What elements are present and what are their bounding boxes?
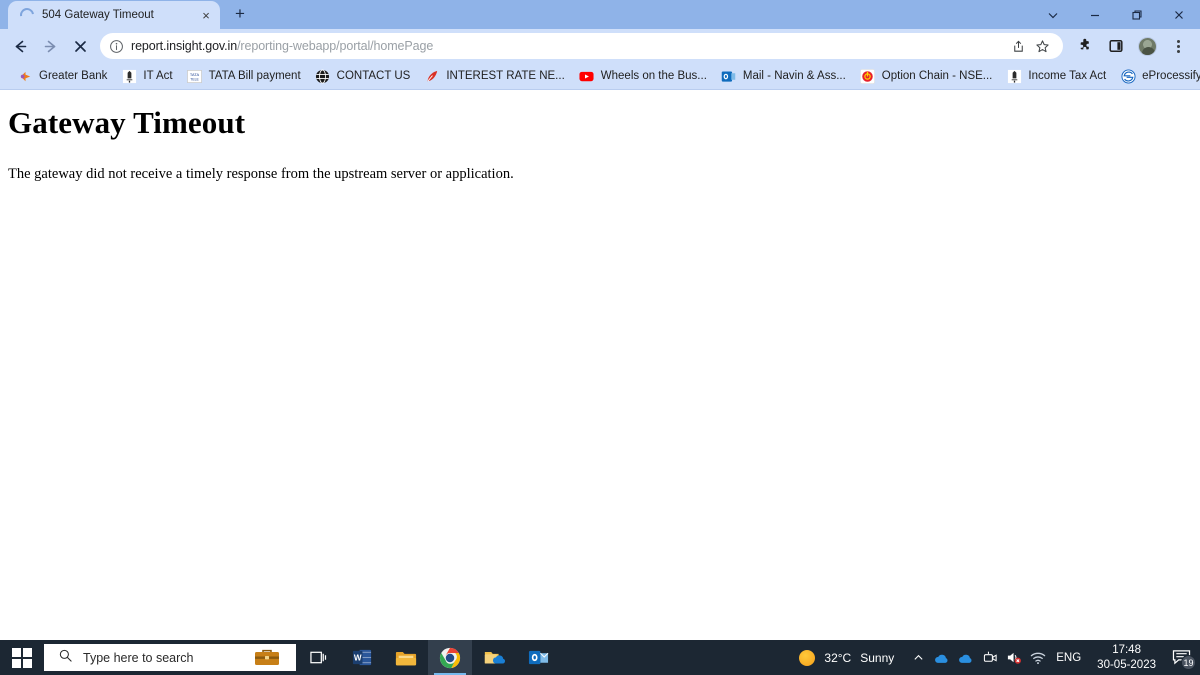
tab-title: 504 Gateway Timeout bbox=[42, 9, 154, 21]
new-tab-button[interactable]: + bbox=[226, 0, 254, 28]
bookmark-label: Wheels on the Bus... bbox=[600, 70, 707, 82]
taskbar-app-onedrive-folder[interactable] bbox=[472, 640, 516, 675]
three-dot-menu-icon[interactable] bbox=[1164, 32, 1192, 60]
back-arrow-icon[interactable] bbox=[6, 32, 34, 60]
search-placeholder: Type here to search bbox=[83, 650, 194, 665]
bookmark-income-tax-act[interactable]: Income Tax Act bbox=[999, 66, 1113, 86]
page-message: The gateway did not receive a timely res… bbox=[8, 165, 514, 182]
bookmark-label: IT Act bbox=[143, 70, 173, 82]
bookmark-label: Income Tax Act bbox=[1028, 70, 1107, 82]
tab-close-icon[interactable]: × bbox=[198, 7, 214, 23]
bookmark-label: Mail - Navin & Ass... bbox=[742, 70, 846, 82]
notification-count-badge: 19 bbox=[1181, 655, 1196, 670]
clock-time: 17:48 bbox=[1112, 644, 1141, 657]
side-panel-icon[interactable] bbox=[1102, 32, 1130, 60]
bookmark-mail-navin[interactable]: Mail - Navin & Ass... bbox=[714, 66, 853, 86]
star-icon[interactable] bbox=[1031, 35, 1053, 57]
clock-date: 30-05-2023 bbox=[1097, 658, 1156, 671]
weather-temperature: 32°C bbox=[824, 650, 852, 665]
restore-icon[interactable] bbox=[1116, 0, 1158, 29]
windows-start-icon bbox=[12, 647, 32, 668]
taskbar-app-chrome[interactable] bbox=[428, 640, 472, 675]
action-center-icon[interactable]: 19 bbox=[1164, 640, 1198, 675]
greater-bank-favicon bbox=[17, 68, 33, 84]
onedrive-cloud-icon[interactable] bbox=[954, 640, 978, 675]
india-emblem-favicon bbox=[1006, 68, 1022, 84]
bookmark-label: CONTACT US bbox=[336, 70, 411, 82]
bookmark-interest-rate-news[interactable]: INTEREST RATE NE... bbox=[417, 66, 571, 86]
camera-icon[interactable] bbox=[978, 640, 1002, 675]
outlook-favicon bbox=[721, 68, 737, 84]
start-button[interactable] bbox=[0, 640, 44, 675]
taskbar-app-outlook[interactable] bbox=[516, 640, 560, 675]
red-feather-favicon bbox=[424, 68, 440, 84]
taskbar-search-input[interactable]: Type here to search bbox=[44, 644, 296, 671]
bookmark-label: Option Chain - NSE... bbox=[881, 70, 993, 82]
bookmark-option-chain-nse[interactable]: Option Chain - NSE... bbox=[853, 66, 1000, 86]
page-content: Gateway Timeout The gateway did not rece… bbox=[0, 91, 1200, 640]
bookmark-label: INTEREST RATE NE... bbox=[446, 70, 565, 82]
taskbar-app-file-explorer[interactable] bbox=[384, 640, 428, 675]
taskbar-clock[interactable]: 17:48 30-05-2023 bbox=[1089, 643, 1164, 672]
system-tray: 32°C Sunny ENG 17:48 30-05-2023 19 bbox=[793, 640, 1200, 675]
bookmark-it-act[interactable]: IT Act bbox=[114, 66, 179, 86]
speaker-muted-icon[interactable] bbox=[1002, 640, 1026, 675]
toolbar-right-actions bbox=[1071, 32, 1192, 60]
close-icon[interactable] bbox=[1158, 0, 1200, 29]
chrome-browser-window: 504 Gateway Timeout × + report.insight.g… bbox=[0, 0, 1200, 640]
tab-loading-spinner-icon bbox=[17, 5, 37, 25]
bookmark-greater-bank[interactable]: Greater Bank bbox=[10, 66, 114, 86]
tab-strip: 504 Gateway Timeout × + bbox=[0, 0, 1200, 29]
url-path: /reporting-webapp/portal/homePage bbox=[237, 39, 434, 53]
globe-favicon bbox=[315, 68, 331, 84]
bookmarks-bar: Greater Bank IT Act TATA TELE TATA Bill … bbox=[0, 63, 1200, 90]
eprocessify-favicon bbox=[1120, 68, 1136, 84]
search-icon bbox=[58, 648, 73, 668]
chevron-up-icon[interactable] bbox=[906, 640, 930, 675]
svg-text:W: W bbox=[353, 653, 361, 662]
stop-loading-button[interactable] bbox=[66, 32, 94, 60]
bookmark-label: eProcessify bbox=[1142, 70, 1200, 82]
svg-text:TATA: TATA bbox=[190, 71, 200, 76]
share-icon[interactable] bbox=[1007, 35, 1029, 57]
bookmark-contact-us[interactable]: CONTACT US bbox=[308, 66, 418, 86]
url-host: report.insight.gov.in bbox=[131, 39, 238, 53]
bookmark-label: TATA Bill payment bbox=[208, 70, 301, 82]
language-indicator[interactable]: ENG bbox=[1050, 652, 1089, 664]
taskbar-weather-widget[interactable]: 32°C Sunny bbox=[793, 649, 906, 666]
profile-avatar-icon[interactable] bbox=[1133, 32, 1161, 60]
weather-condition: Sunny bbox=[860, 650, 895, 665]
minimize-icon[interactable] bbox=[1074, 0, 1116, 29]
address-bar[interactable]: report.insight.gov.in/reporting-webapp/p… bbox=[100, 33, 1063, 59]
india-emblem-favicon bbox=[121, 68, 137, 84]
bookmark-wheels-on-the-bus[interactable]: Wheels on the Bus... bbox=[572, 66, 714, 86]
omnibox-actions bbox=[1007, 35, 1053, 57]
briefcase-icon[interactable] bbox=[252, 648, 282, 667]
youtube-favicon bbox=[579, 68, 595, 84]
task-view-icon[interactable] bbox=[296, 640, 340, 675]
browser-toolbar: report.insight.gov.in/reporting-webapp/p… bbox=[0, 29, 1200, 63]
bookmark-tata-bill-payment[interactable]: TATA TELE TATA Bill payment bbox=[180, 66, 308, 86]
screen: 504 Gateway Timeout × + report.insight.g… bbox=[0, 0, 1200, 675]
tata-tele-favicon: TATA TELE bbox=[187, 68, 203, 84]
forward-arrow-icon[interactable] bbox=[36, 32, 64, 60]
url-text: report.insight.gov.in/reporting-webapp/p… bbox=[131, 39, 1000, 53]
windows-taskbar: Type here to search W 32°C Sunny ENG 17:… bbox=[0, 640, 1200, 675]
puzzle-piece-icon[interactable] bbox=[1071, 32, 1099, 60]
svg-text:TELE: TELE bbox=[190, 77, 199, 81]
window-controls bbox=[1032, 0, 1200, 29]
menu-dots bbox=[1176, 39, 1180, 53]
wifi-icon[interactable] bbox=[1026, 640, 1050, 675]
avatar bbox=[1137, 36, 1157, 56]
nse-favicon bbox=[860, 68, 876, 84]
taskbar-app-word[interactable]: W bbox=[340, 640, 384, 675]
bookmark-label: Greater Bank bbox=[39, 70, 108, 82]
page-title: Gateway Timeout bbox=[8, 105, 246, 140]
sun-icon bbox=[799, 649, 816, 666]
onedrive-cloud-icon[interactable] bbox=[930, 640, 954, 675]
tab-504-gateway-timeout[interactable]: 504 Gateway Timeout × bbox=[8, 1, 220, 29]
search-tabs-chevron-down-icon[interactable] bbox=[1032, 0, 1074, 29]
bookmark-eprocessify[interactable]: eProcessify bbox=[1113, 66, 1200, 86]
info-circle-icon[interactable] bbox=[109, 39, 124, 54]
